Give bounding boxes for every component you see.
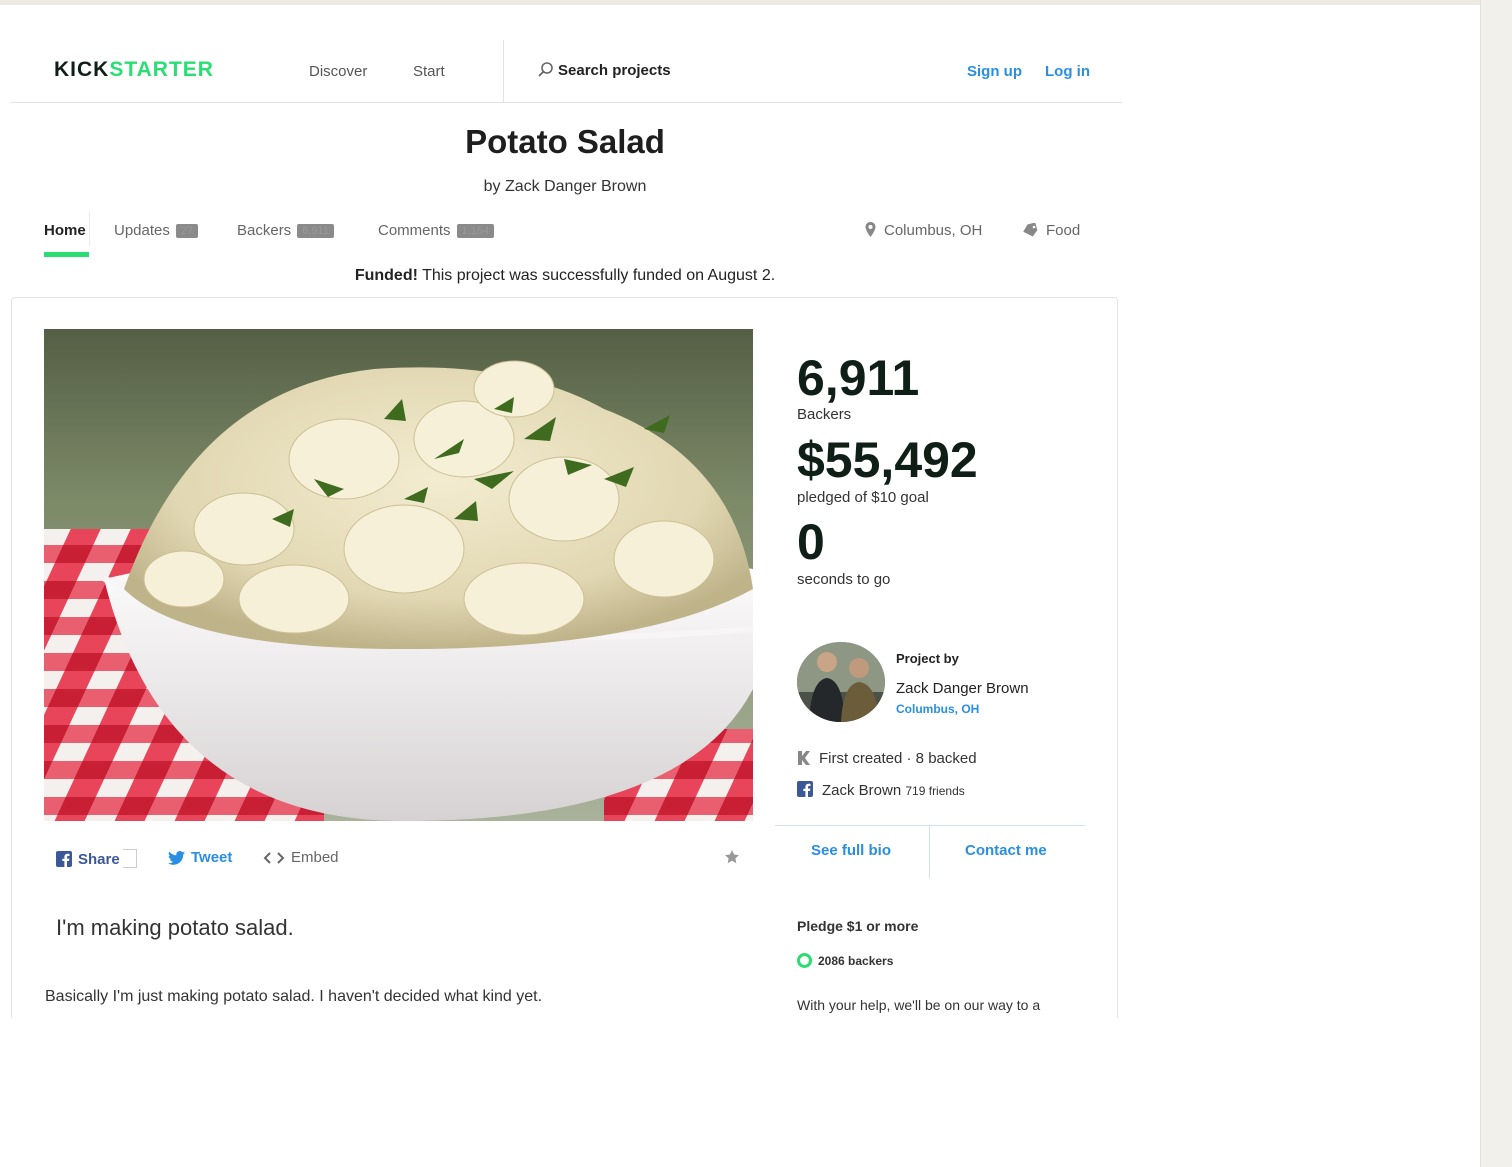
comments-count-badge: 1,154 <box>456 224 495 238</box>
project-title: Potato Salad <box>465 123 665 160</box>
tab-active-underline <box>44 252 89 257</box>
creator-location[interactable]: Columbus, OH <box>896 702 979 716</box>
project-description: Basically I'm just making potato salad. … <box>45 988 543 1005</box>
facebook-share-button[interactable]: Share <box>56 849 137 868</box>
reward-backers: 2086 backers <box>797 953 893 968</box>
facebook-icon <box>797 781 813 797</box>
creator-facebook-stats: Zack Brown 719 friends <box>797 781 965 799</box>
updates-count-badge: 27 <box>175 224 199 238</box>
sign-up-link[interactable]: Sign up <box>967 63 1022 80</box>
search-label: Search projects <box>558 62 671 79</box>
facebook-name: Zack Brown <box>822 782 902 799</box>
tweet-button[interactable]: Tweet <box>168 849 232 866</box>
site-header: KICKSTARTER Discover Start Search projec… <box>10 40 1122 103</box>
category-text: Food <box>1046 222 1081 239</box>
tab-home[interactable]: Home <box>44 212 90 257</box>
backers-count-badge: 6,911 <box>297 224 334 238</box>
project-video-thumbnail[interactable] <box>44 329 753 821</box>
funded-strong: Funded! <box>354 267 418 284</box>
backers-count: 6,911 <box>797 350 920 406</box>
creator-links: See full bio Contact me <box>775 825 1085 878</box>
creator-name[interactable]: Zack Danger Brown <box>896 680 1029 697</box>
embed-label: Embed <box>291 849 339 866</box>
header-divider <box>503 40 504 102</box>
time-remaining-label: seconds to go <box>797 571 891 588</box>
funded-text: This project was successfully funded on … <box>417 267 776 284</box>
reward-pledge-amount[interactable]: Pledge $1 or more <box>797 918 918 934</box>
kickstarter-k-icon <box>798 751 810 765</box>
creator-photo <box>797 642 885 722</box>
reward-status-icon <box>797 953 812 968</box>
twitter-bird-icon <box>168 851 185 865</box>
pledged-amount: $55,492 <box>797 432 978 488</box>
kickstarter-logo[interactable]: KICKSTARTER <box>54 58 214 82</box>
funded-banner: Funded! This project was successfully fu… <box>0 267 1130 285</box>
share-count-bubble <box>122 849 137 868</box>
window-side-panel <box>1480 0 1512 1167</box>
search-icon <box>538 62 553 77</box>
backers-label: Backers <box>797 406 852 423</box>
tab-backers[interactable]: Backers 6,911 <box>237 212 334 248</box>
bio-divider <box>929 826 930 878</box>
tab-home-label: Home <box>44 222 86 239</box>
nav-start-link[interactable]: Start <box>413 63 445 80</box>
project-category[interactable]: Food <box>1022 222 1080 239</box>
reward-description: With your help, we'll be on our way to a… <box>797 997 1041 1018</box>
location-pin-icon <box>865 222 876 237</box>
share-label: Share <box>78 851 120 868</box>
tab-updates-label: Updates <box>114 222 170 239</box>
reward-backers-text: 2086 backers <box>818 954 894 968</box>
potato-salad-photo <box>44 329 753 821</box>
location-text: Columbus, OH <box>884 222 983 239</box>
tab-comments[interactable]: Comments 1,154 <box>378 212 495 248</box>
time-remaining: 0 <box>797 514 825 570</box>
tag-icon <box>1023 222 1038 237</box>
star-icon <box>725 850 739 864</box>
tab-updates[interactable]: Updates 27 <box>114 212 199 248</box>
pledged-goal-label: pledged of $10 goal <box>797 489 929 506</box>
nav-discover-link[interactable]: Discover <box>309 63 367 80</box>
tweet-label: Tweet <box>191 849 233 866</box>
tab-backers-label: Backers <box>237 222 292 239</box>
facebook-friends: 719 friends <box>905 784 965 798</box>
creator-kickstarter-stats: First created · 8 backed <box>797 750 977 767</box>
remind-me-star-button[interactable] <box>724 849 740 870</box>
creator-avatar[interactable] <box>797 642 885 722</box>
tab-separator <box>89 212 90 246</box>
project-page: KICKSTARTER Discover Start Search projec… <box>0 5 1130 1018</box>
project-blurb: I'm making potato salad. <box>56 915 294 940</box>
project-byline[interactable]: by Zack Danger Brown <box>0 178 1130 196</box>
search-projects[interactable]: Search projects <box>537 61 671 79</box>
code-brackets-icon <box>263 852 285 864</box>
facebook-icon <box>56 851 72 867</box>
project-location[interactable]: Columbus, OH <box>865 222 982 239</box>
project-by-label: Project by <box>896 651 959 666</box>
tab-comments-label: Comments <box>378 222 451 239</box>
embed-button[interactable]: Embed <box>263 849 339 866</box>
created-backed-text: First created · 8 backed <box>819 750 977 767</box>
see-full-bio-link[interactable]: See full bio <box>811 842 891 859</box>
contact-me-link[interactable]: Contact me <box>965 842 1047 859</box>
log-in-link[interactable]: Log in <box>1045 63 1090 80</box>
